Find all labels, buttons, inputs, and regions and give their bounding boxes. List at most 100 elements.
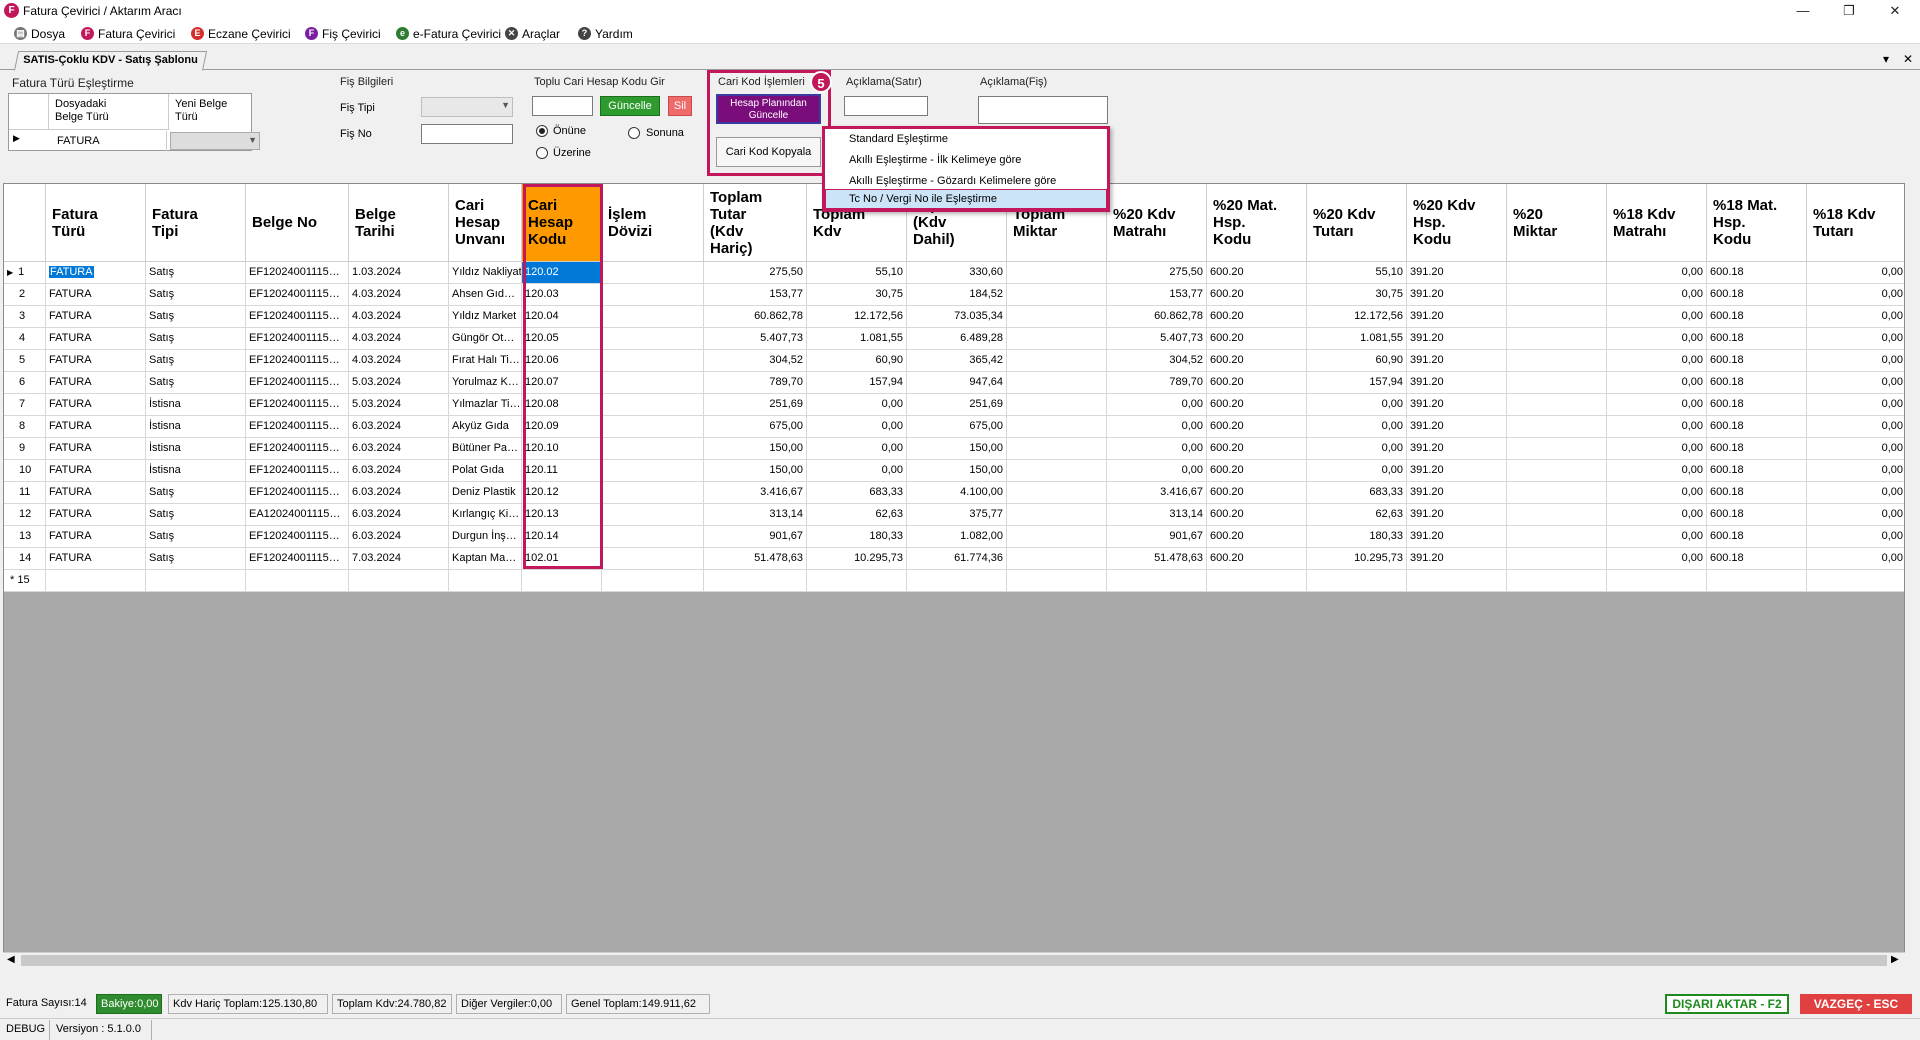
table-row[interactable]: 6 FATURA Satış EF12024001115… 5.03.2024 Yorul…: [4, 372, 1904, 394]
table-row[interactable]: 14 FATURA Satış EF12024001115… 7.03.2024 Kapt…: [4, 548, 1904, 570]
table-cell[interactable]: 0,00: [1607, 284, 1707, 306]
table-cell[interactable]: 0,00: [1607, 372, 1707, 394]
table-cell[interactable]: Polat Gıda: [449, 460, 522, 482]
table-cell[interactable]: 5.407,73: [704, 328, 807, 350]
column-header[interactable]: Fatura Tipi: [146, 184, 246, 262]
table-cell[interactable]: EF12024001115…: [246, 328, 349, 350]
table-cell[interactable]: EA12024001115…: [246, 504, 349, 526]
table-cell[interactable]: 12.172,56: [807, 306, 907, 328]
table-cell[interactable]: [602, 394, 704, 416]
table-cell[interactable]: Yılmazlar Ti…: [449, 394, 522, 416]
table-cell[interactable]: 0,00: [1607, 460, 1707, 482]
table-cell[interactable]: 391.20: [1407, 372, 1507, 394]
sonuna-radio[interactable]: [628, 127, 640, 139]
table-cell[interactable]: [1507, 548, 1607, 570]
table-cell[interactable]: 0,00: [1607, 548, 1707, 570]
table-cell[interactable]: 391.20: [1407, 306, 1507, 328]
aciklama-satir-input[interactable]: [844, 96, 928, 116]
horizontal-scrollbar[interactable]: ◀ ▶: [3, 952, 1905, 968]
menu-dosya[interactable]: ▤ Dosya: [14, 25, 65, 42]
new-row[interactable]: * 15: [4, 570, 1904, 592]
table-cell[interactable]: 275,50: [704, 262, 807, 284]
table-cell[interactable]: 102.01: [522, 548, 602, 570]
table-cell[interactable]: Satış: [146, 548, 246, 570]
close-window-button[interactable]: ✕: [1872, 0, 1918, 22]
table-cell[interactable]: 120.11: [522, 460, 602, 482]
column-header[interactable]: %18 Mat. Hsp. Kodu: [1707, 184, 1807, 262]
table-cell[interactable]: 391.20: [1407, 262, 1507, 284]
table-row[interactable]: ▶ 1 FATURA Satış EF12024001115… 1.03.2024 Yıld…: [4, 262, 1904, 284]
table-cell[interactable]: [1007, 482, 1107, 504]
table-cell[interactable]: 947,64: [907, 372, 1007, 394]
table-row[interactable]: 7 FATURA İstisna EF12024001115… 5.03.2024 Yıl…: [4, 394, 1904, 416]
table-cell[interactable]: 391.20: [1407, 328, 1507, 350]
fis-no-input[interactable]: [421, 124, 513, 144]
table-cell[interactable]: [602, 328, 704, 350]
menu-araçlar[interactable]: ✕ Araçlar: [505, 25, 560, 42]
cari-kod-kopyala-button[interactable]: Cari Kod Kopyala: [716, 137, 821, 167]
table-cell[interactable]: 600.20: [1207, 482, 1307, 504]
table-cell[interactable]: 391.20: [1407, 416, 1507, 438]
table-cell[interactable]: 120.10: [522, 438, 602, 460]
table-cell[interactable]: 1.081,55: [807, 328, 907, 350]
table-cell[interactable]: [602, 482, 704, 504]
table-cell[interactable]: 251,69: [704, 394, 807, 416]
table-cell[interactable]: [602, 262, 704, 284]
table-cell[interactable]: 789,70: [1107, 372, 1207, 394]
table-cell[interactable]: 0,00: [1307, 394, 1407, 416]
table-cell[interactable]: 304,52: [1107, 350, 1207, 372]
table-cell[interactable]: FATURA: [46, 394, 146, 416]
table-cell[interactable]: FATURA: [46, 372, 146, 394]
table-cell[interactable]: [1507, 526, 1607, 548]
table-cell[interactable]: Satış: [146, 306, 246, 328]
table-cell[interactable]: [1507, 394, 1607, 416]
table-cell[interactable]: [602, 284, 704, 306]
table-cell[interactable]: 600.18: [1707, 416, 1807, 438]
table-cell[interactable]: 1.082,00: [907, 526, 1007, 548]
column-header[interactable]: %20 Kdv Matrahı: [1107, 184, 1207, 262]
table-cell[interactable]: 789,70: [704, 372, 807, 394]
table-cell[interactable]: [602, 306, 704, 328]
table-row[interactable]: 11 FATURA Satış EF12024001115… 6.03.2024 Deni…: [4, 482, 1904, 504]
table-cell[interactable]: 600.20: [1207, 262, 1307, 284]
table-cell[interactable]: 120.08: [522, 394, 602, 416]
table-cell[interactable]: [1507, 504, 1607, 526]
table-cell[interactable]: [1007, 416, 1107, 438]
table-cell[interactable]: [1507, 306, 1607, 328]
table-cell[interactable]: 313,14: [704, 504, 807, 526]
table-cell[interactable]: FATURA: [46, 416, 146, 438]
table-cell[interactable]: 4.03.2024: [349, 328, 449, 350]
table-cell[interactable]: [1007, 306, 1107, 328]
toplu-cari-kod-input[interactable]: [532, 96, 593, 116]
table-cell[interactable]: 60,90: [807, 350, 907, 372]
table-cell[interactable]: 4.03.2024: [349, 306, 449, 328]
table-cell[interactable]: 6.03.2024: [349, 460, 449, 482]
table-cell[interactable]: 120.05: [522, 328, 602, 350]
table-cell[interactable]: 600.20: [1207, 460, 1307, 482]
table-row[interactable]: 2 FATURA Satış EF12024001115… 4.03.2024 Ahsen…: [4, 284, 1904, 306]
table-cell[interactable]: 10.295,73: [1307, 548, 1407, 570]
table-cell[interactable]: 180,33: [807, 526, 907, 548]
table-cell[interactable]: 0,00: [1607, 262, 1707, 284]
table-cell[interactable]: 60.862,78: [1107, 306, 1207, 328]
table-cell[interactable]: FATURA: [46, 438, 146, 460]
table-cell[interactable]: 120.09: [522, 416, 602, 438]
table-cell[interactable]: 120.06: [522, 350, 602, 372]
menu-yardım[interactable]: ? Yardım: [578, 25, 633, 42]
table-cell[interactable]: 0,00: [1807, 284, 1904, 306]
table-cell[interactable]: 4.100,00: [907, 482, 1007, 504]
table-cell[interactable]: 6.03.2024: [349, 482, 449, 504]
table-cell[interactable]: 0,00: [1607, 504, 1707, 526]
table-cell[interactable]: 600.20: [1207, 526, 1307, 548]
table-cell[interactable]: 0,00: [1607, 482, 1707, 504]
table-cell[interactable]: 12.172,56: [1307, 306, 1407, 328]
table-cell[interactable]: 30,75: [807, 284, 907, 306]
table-cell[interactable]: 6.03.2024: [349, 438, 449, 460]
table-cell[interactable]: 0,00: [807, 416, 907, 438]
table-row[interactable]: 13 FATURA Satış EF12024001115… 6.03.2024 Durg…: [4, 526, 1904, 548]
table-cell[interactable]: 0,00: [1607, 416, 1707, 438]
table-cell[interactable]: 0,00: [1107, 438, 1207, 460]
table-cell[interactable]: 0,00: [1107, 416, 1207, 438]
table-row[interactable]: 8 FATURA İstisna EF12024001115… 6.03.2024 Aky…: [4, 416, 1904, 438]
table-cell[interactable]: FATURA: [46, 284, 146, 306]
